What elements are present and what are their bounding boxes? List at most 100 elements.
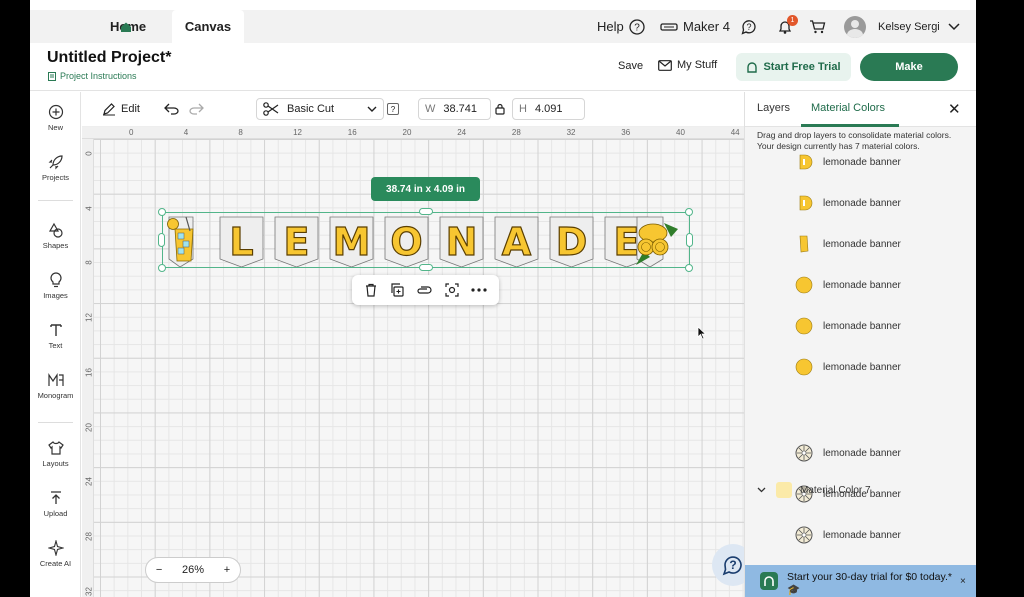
height-field[interactable]: H 4.091	[512, 98, 585, 120]
zoom-out-button[interactable]: −	[156, 564, 162, 576]
sidebar-item-projects[interactable]: Projects	[30, 154, 81, 182]
ruler-tick-label: 8	[238, 128, 243, 137]
cart-button[interactable]	[809, 10, 826, 43]
layer-item[interactable]: lemonade banner	[795, 275, 975, 295]
sidebar-item-create-ai[interactable]: Create AI	[30, 540, 81, 568]
save-button[interactable]: Save	[618, 60, 643, 72]
tab-material-colors[interactable]: Material Colors	[811, 102, 885, 114]
lemonade-banner[interactable]: LEMONADE	[166, 215, 688, 267]
help-menu[interactable]: Help ?	[597, 10, 645, 43]
sidebar-item-label: Upload	[43, 509, 68, 518]
close-panel-button[interactable]: ✕	[948, 100, 961, 118]
edit-toolbar: Edit Basic Cut ? W 38.741 H 4.091	[82, 92, 744, 127]
ruler-tick-label: 32	[84, 586, 94, 596]
design-canvas[interactable]: 0 4 8 12 16 20 24 28 32 36 40 44 0 4 8 12 16 20 24 28 32 38…	[82, 127, 744, 597]
more-icon[interactable]	[471, 288, 487, 292]
sidebar-item-new[interactable]: New	[30, 104, 81, 132]
banner-flag: L	[219, 216, 264, 267]
top-bar: Home Canvas Help ? Maker 4 ? 1 Kels	[30, 10, 976, 43]
shapes-icon	[48, 222, 63, 238]
trial-banner-text: Start your 30-day trial for $0 today.* 🎓	[787, 571, 952, 596]
redo-button[interactable]	[188, 98, 204, 120]
sidebar-item-images[interactable]: Images	[30, 272, 81, 300]
sidebar-item-layouts[interactable]: Layouts	[30, 440, 81, 468]
sidebar-item-monogram[interactable]: Monogram	[30, 372, 81, 400]
banner-flag: O	[384, 216, 429, 267]
ruler-left: 0 4 8 12 16 20 24 28 32	[82, 139, 94, 597]
layer-thumbnail-icon	[799, 154, 813, 170]
lock-icon	[495, 103, 505, 115]
layer-item[interactable]: lemonade banner	[795, 193, 975, 213]
group-label: Material Color 7	[800, 484, 871, 496]
layer-thumbnail-icon	[795, 317, 813, 335]
notification-badge: 1	[787, 15, 798, 26]
trash-icon[interactable]	[364, 283, 378, 297]
upload-icon	[50, 491, 61, 504]
material-color-group[interactable]: Material Color 7	[757, 482, 871, 498]
undo-button[interactable]	[164, 98, 180, 120]
sidebar-item-label: Layouts	[42, 459, 69, 468]
edit-button[interactable]: Edit	[102, 98, 140, 120]
support-button[interactable]: ?	[741, 10, 757, 43]
layer-item[interactable]: lemonade banner	[795, 152, 975, 172]
tab-canvas[interactable]: Canvas	[172, 10, 244, 43]
ruler-tick-label: 8	[84, 260, 94, 266]
mystuff-button[interactable]: My Stuff	[658, 59, 717, 71]
layer-item[interactable]: lemonade banner	[795, 443, 975, 463]
layer-item[interactable]: lemonade banner	[795, 357, 975, 377]
ruler-tick-label: 16	[347, 128, 357, 137]
make-button[interactable]: Make	[860, 53, 958, 81]
tab-canvas-label: Canvas	[184, 19, 232, 34]
ruler-tick-label: 12	[84, 313, 94, 323]
undo-icon	[164, 103, 179, 115]
user-menu[interactable]: Kelsey Sergi	[844, 10, 960, 43]
page-title[interactable]: Untitled Project*	[47, 49, 171, 67]
color-swatch	[776, 482, 792, 498]
trial-banner[interactable]: Start your 30-day trial for $0 today.* 🎓…	[745, 565, 976, 597]
access-icon	[760, 572, 778, 590]
ruler-tick-label: 0	[129, 128, 134, 137]
duplicate-icon[interactable]	[390, 283, 404, 297]
trial-banner-close[interactable]: ×	[960, 576, 966, 587]
resize-handle-bl[interactable]	[158, 264, 166, 272]
operation-help-button[interactable]: ?	[387, 103, 399, 115]
layer-item-label: lemonade banner	[823, 238, 901, 250]
banner-letter: D	[556, 220, 588, 264]
start-free-trial-button[interactable]: Start Free Trial	[736, 53, 851, 81]
resize-handle-tl[interactable]	[158, 208, 166, 216]
layer-item-label: lemonade banner	[823, 529, 901, 541]
banner-flag: D	[549, 216, 594, 267]
layer-thumbnail-icon	[799, 195, 813, 211]
layer-item[interactable]: lemonade banner	[795, 234, 975, 254]
canvas-grid	[94, 139, 744, 597]
layer-item[interactable]: lemonade banner	[795, 525, 975, 545]
avatar	[844, 15, 866, 38]
zoom-in-button[interactable]: +	[224, 564, 230, 576]
layer-item[interactable]: lemonade banner	[795, 316, 975, 336]
tab-layers[interactable]: Layers	[757, 102, 790, 114]
resize-handle-left[interactable]	[158, 233, 165, 247]
svg-text:?: ?	[746, 22, 751, 32]
banner-letter: E	[284, 220, 310, 264]
focus-icon[interactable]	[445, 283, 459, 297]
ruler-tick-label: 4	[183, 128, 189, 137]
ruler-tick-label: 28	[84, 531, 94, 541]
svg-text:?: ?	[634, 22, 640, 33]
text-icon	[49, 324, 62, 336]
project-instructions-link[interactable]: Project Instructions	[48, 71, 137, 81]
sidebar-item-text[interactable]: Text	[30, 322, 81, 350]
resize-handle-top[interactable]	[419, 208, 433, 215]
lock-proportions-button[interactable]	[495, 98, 505, 120]
machine-selector[interactable]: Maker 4	[660, 10, 730, 43]
sidebar-item-shapes[interactable]: Shapes	[30, 222, 81, 250]
tab-home[interactable]: Home	[40, 10, 154, 43]
operation-select[interactable]: Basic Cut	[256, 98, 384, 120]
notifications-button[interactable]: 1	[777, 10, 798, 43]
sidebar-item-label: Create AI	[39, 559, 72, 568]
banner-letter: A	[502, 220, 532, 264]
width-field[interactable]: W 38.741	[418, 98, 491, 120]
width-label: W	[425, 103, 436, 115]
sidebar-item-upload[interactable]: Upload	[30, 490, 81, 518]
ruler-tick-label: 32	[566, 128, 576, 137]
attach-icon[interactable]	[416, 283, 432, 297]
